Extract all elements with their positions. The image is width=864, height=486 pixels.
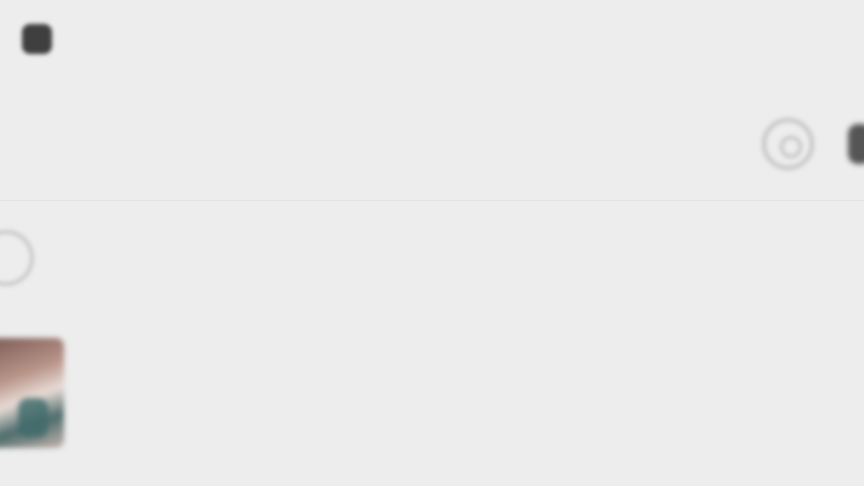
notice-banner[interactable] — [0, 212, 864, 304]
title-bar — [0, 100, 864, 196]
square-dot-icon — [22, 24, 52, 54]
circle-icon[interactable] — [762, 118, 814, 170]
info-circle-icon — [0, 230, 34, 286]
status-bar — [0, 0, 864, 88]
chat-list-item[interactable] — [0, 324, 864, 464]
avatar — [0, 338, 64, 448]
status-left-group — [8, 24, 52, 54]
more-icon[interactable] — [848, 124, 864, 164]
divider — [0, 200, 864, 201]
